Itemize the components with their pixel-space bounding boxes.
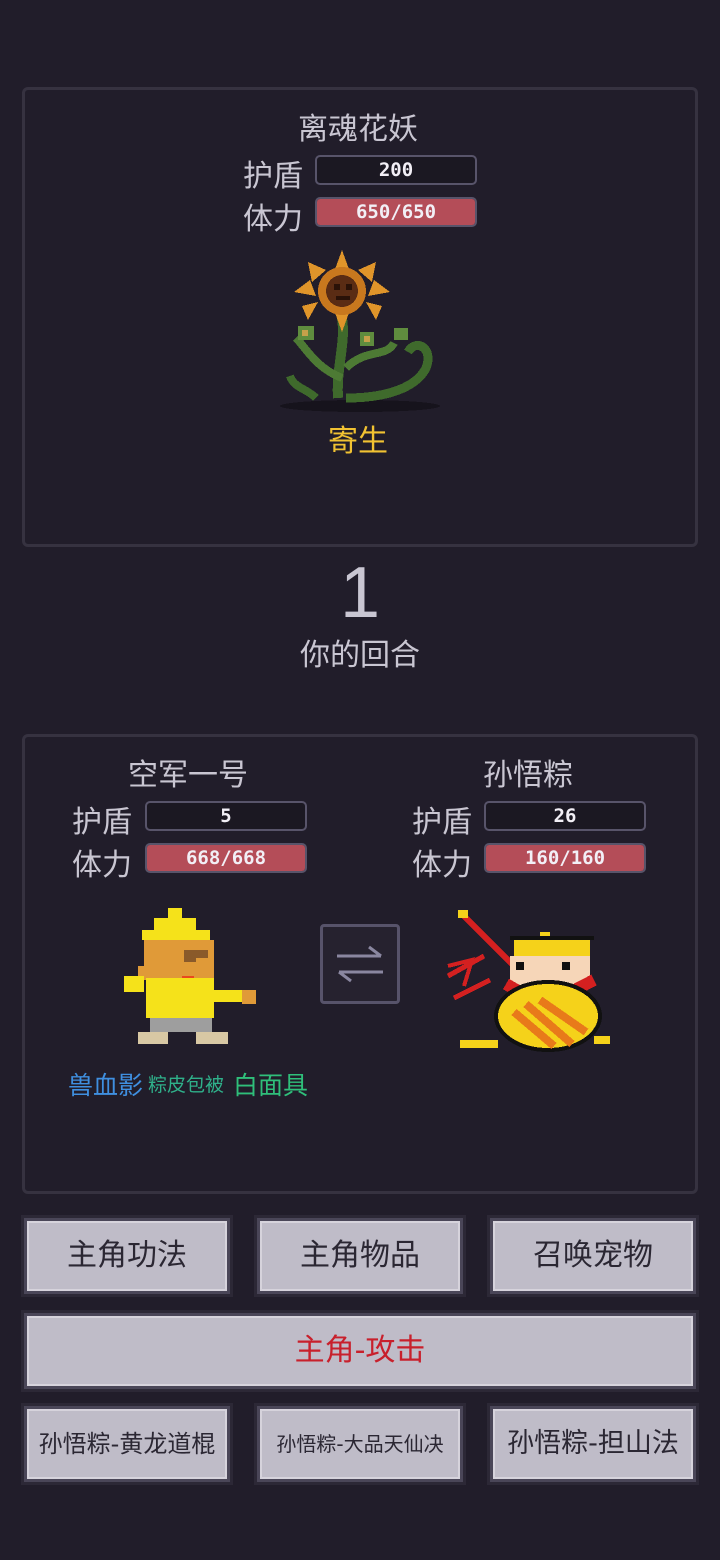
hero-hp-bar: 668/668 (145, 843, 307, 873)
pet-skill-immortal-button[interactable]: 孙悟粽-大品天仙决 (254, 1403, 466, 1485)
hero-attack-button[interactable]: 主角-攻击 (21, 1310, 699, 1392)
sunflower-monster-icon[interactable] (276, 248, 444, 416)
hero-buff-white-mask[interactable]: 白面具 (233, 1066, 308, 1102)
pet-shield-label: 护盾 (412, 805, 472, 840)
hero-skills-button[interactable]: 主角功法 (21, 1215, 233, 1297)
pet-shield-bar: 26 (484, 801, 646, 831)
enemy-shield-label: 护盾 (243, 159, 303, 194)
monkey-king-zongzi-icon[interactable] (444, 906, 616, 1056)
hero-items-button[interactable]: 主角物品 (254, 1215, 466, 1297)
pet-shield-value: 26 (553, 805, 577, 827)
pet-skill-mountain-button[interactable]: 孙悟粽-担山法 (487, 1403, 699, 1485)
hero-buff-beast-blood[interactable]: 兽血影 (68, 1066, 143, 1102)
hero-shield-value: 5 (220, 805, 232, 827)
enemy-shield-bar: 200 (315, 155, 477, 185)
summon-pet-button[interactable]: 召唤宠物 (487, 1215, 699, 1297)
hero-shield-bar: 5 (145, 801, 307, 831)
enemy-hp-bar: 650/650 (315, 197, 477, 227)
hero-name: 空军一号 (128, 758, 248, 793)
swap-arrows-icon (337, 945, 383, 983)
swap-button[interactable] (320, 924, 400, 1004)
hero-hp-value: 668/668 (185, 847, 267, 869)
battle-screen: 离魂花妖 护盾 200 体力 650/650 寄生 1 你的回合 空军一号 护盾… (0, 0, 720, 1560)
enemy-hp-value: 650/650 (355, 201, 437, 223)
turn-number: 1 (339, 553, 381, 633)
hero-hp-label: 体力 (72, 848, 132, 883)
pet-hp-bar: 160/160 (484, 843, 646, 873)
enemy-status-parasite: 寄生 (328, 424, 388, 459)
hero-buff-zongzi-wrap[interactable]: 粽皮包被 (148, 1070, 224, 1097)
pet-hp-value: 160/160 (524, 847, 606, 869)
turn-label: 你的回合 (300, 638, 420, 673)
enemy-name: 离魂花妖 (298, 112, 418, 147)
pet-skill-staff-button[interactable]: 孙悟粽-黄龙道棍 (21, 1403, 233, 1485)
pet-name: 孙悟粽 (483, 758, 573, 793)
hero-shield-label: 护盾 (72, 805, 132, 840)
enemy-hp-label: 体力 (243, 202, 303, 237)
enemy-shield-value: 200 (378, 159, 414, 181)
yellow-hooded-hero-icon[interactable] (120, 906, 260, 1048)
pet-hp-label: 体力 (412, 848, 472, 883)
